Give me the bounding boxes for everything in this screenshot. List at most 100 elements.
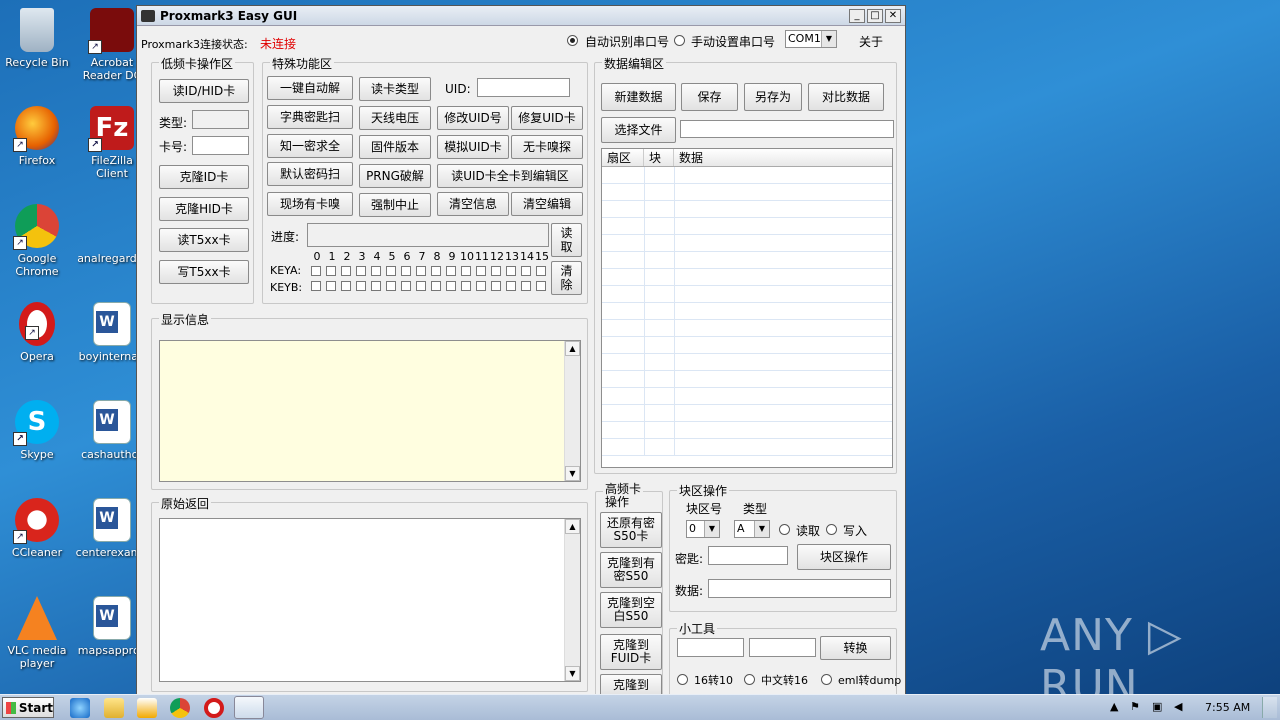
keyb-checkbox[interactable] bbox=[491, 281, 501, 291]
keyb-checkbox[interactable] bbox=[431, 281, 441, 291]
table-row[interactable] bbox=[602, 201, 892, 218]
scroll-down-icon[interactable]: ▼ bbox=[565, 666, 580, 681]
desktop-icon-chrome[interactable]: ↗ Google Chrome bbox=[0, 204, 74, 278]
keyb-checkbox[interactable] bbox=[341, 281, 351, 291]
clone-fuid-button[interactable]: 克隆到FUID卡 bbox=[600, 634, 662, 670]
start-button[interactable]: Start bbox=[2, 697, 54, 718]
table-row[interactable] bbox=[602, 405, 892, 422]
save-as-button[interactable]: 另存为 bbox=[744, 83, 802, 111]
block-no-select[interactable]: 0 ▼ bbox=[686, 520, 720, 538]
column-data[interactable]: 数据 bbox=[674, 149, 892, 166]
table-row[interactable] bbox=[602, 354, 892, 371]
force-stop-button[interactable]: 强制中止 bbox=[359, 193, 431, 217]
network-icon[interactable]: ▣ bbox=[1152, 700, 1162, 713]
read-card-type-button[interactable]: 读卡类型 bbox=[359, 77, 431, 101]
tool-output-field[interactable] bbox=[749, 638, 816, 657]
card-no-field[interactable] bbox=[192, 136, 249, 155]
tool-input-field[interactable] bbox=[677, 638, 744, 657]
table-row[interactable] bbox=[602, 286, 892, 303]
column-block[interactable]: 块 bbox=[644, 149, 674, 166]
table-row[interactable] bbox=[602, 252, 892, 269]
clear-edit-button[interactable]: 清空编辑 bbox=[511, 192, 583, 216]
show-desktop-button[interactable] bbox=[1262, 697, 1277, 718]
read-keys-button[interactable]: 读取 bbox=[551, 223, 582, 257]
table-row[interactable] bbox=[602, 388, 892, 405]
table-row[interactable] bbox=[602, 337, 892, 354]
write-t5-button[interactable]: 写T5xx卡 bbox=[159, 260, 249, 284]
table-row[interactable] bbox=[602, 439, 892, 456]
desktop-icon-ccleaner[interactable]: ↗ CCleaner bbox=[0, 498, 74, 559]
keyb-checkbox[interactable] bbox=[416, 281, 426, 291]
write-radio[interactable] bbox=[826, 524, 837, 535]
keya-checkbox[interactable] bbox=[311, 266, 321, 276]
prng-crack-button[interactable]: PRNG破解 bbox=[359, 164, 431, 188]
keyb-checkbox[interactable] bbox=[311, 281, 321, 291]
auto-port-radio[interactable] bbox=[567, 35, 578, 46]
clone-hid-button[interactable]: 克隆HID卡 bbox=[159, 197, 249, 221]
clone-id-button[interactable]: 克隆ID卡 bbox=[159, 165, 249, 189]
manual-port-radio[interactable] bbox=[674, 35, 685, 46]
table-row[interactable] bbox=[602, 235, 892, 252]
column-sector[interactable]: 扇区 bbox=[602, 149, 644, 166]
table-row[interactable] bbox=[602, 303, 892, 320]
keyb-checkbox[interactable] bbox=[536, 281, 546, 291]
keya-checkbox[interactable] bbox=[491, 266, 501, 276]
keyb-checkbox[interactable] bbox=[371, 281, 381, 291]
new-data-button[interactable]: 新建数据 bbox=[601, 83, 676, 111]
dict-key-scan-button[interactable]: 字典密匙扫 bbox=[267, 105, 353, 129]
data-grid[interactable]: 扇区 块 数据 bbox=[601, 148, 893, 468]
compare-data-button[interactable]: 对比数据 bbox=[808, 83, 884, 111]
read-uid-full-button[interactable]: 读UID卡全卡到编辑区 bbox=[437, 164, 583, 188]
keya-checkbox[interactable] bbox=[536, 266, 546, 276]
display-info-scrollbar[interactable]: ▲ ▼ bbox=[564, 341, 580, 481]
keyb-checkbox[interactable] bbox=[476, 281, 486, 291]
table-row[interactable] bbox=[602, 269, 892, 286]
simulate-uid-button[interactable]: 模拟UID卡 bbox=[437, 135, 509, 159]
media-player-icon[interactable] bbox=[137, 698, 157, 718]
firmware-version-button[interactable]: 固件版本 bbox=[359, 135, 431, 159]
table-row[interactable] bbox=[602, 218, 892, 235]
keyb-checkbox[interactable] bbox=[326, 281, 336, 291]
modify-uid-button[interactable]: 修改UID号 bbox=[437, 106, 509, 130]
keya-checkbox[interactable] bbox=[506, 266, 516, 276]
no-card-sniff-button[interactable]: 无卡嗅探 bbox=[511, 135, 583, 159]
keya-checkbox[interactable] bbox=[356, 266, 366, 276]
uid-field[interactable] bbox=[477, 78, 570, 97]
ie-icon[interactable] bbox=[70, 698, 90, 718]
clear-keys-button[interactable]: 清除 bbox=[551, 261, 582, 295]
keya-checkbox[interactable] bbox=[521, 266, 531, 276]
clear-info-button[interactable]: 清空信息 bbox=[437, 192, 509, 216]
proxmark-taskbar-button[interactable] bbox=[234, 696, 264, 719]
keyb-checkbox[interactable] bbox=[506, 281, 516, 291]
volume-icon[interactable]: ◀ bbox=[1174, 700, 1182, 713]
table-row[interactable] bbox=[602, 184, 892, 201]
chrome-icon[interactable] bbox=[170, 698, 190, 718]
clone-more-button[interactable]: 克隆到 bbox=[600, 674, 662, 696]
flag-icon[interactable]: ⚑ bbox=[1130, 700, 1140, 713]
keyb-checkbox[interactable] bbox=[356, 281, 366, 291]
hex-to-dec-radio[interactable] bbox=[677, 674, 688, 685]
clock[interactable]: 7:55 AM bbox=[1205, 701, 1250, 714]
keya-checkbox[interactable] bbox=[326, 266, 336, 276]
minimize-button[interactable]: _ bbox=[849, 8, 865, 23]
fix-uid-button[interactable]: 修复UID卡 bbox=[511, 106, 583, 130]
about-link[interactable]: 关于 bbox=[859, 33, 883, 50]
keya-checkbox[interactable] bbox=[371, 266, 381, 276]
keyb-checkbox[interactable] bbox=[461, 281, 471, 291]
antenna-voltage-button[interactable]: 天线电压 bbox=[359, 106, 431, 130]
read-radio[interactable] bbox=[779, 524, 790, 535]
scroll-up-icon[interactable]: ▲ bbox=[565, 341, 580, 356]
default-key-scan-button[interactable]: 默认密码扫 bbox=[267, 162, 353, 186]
clone-blank-s50-button[interactable]: 克隆到空白S50 bbox=[600, 592, 662, 628]
know-one-key-button[interactable]: 知一密求全 bbox=[267, 134, 353, 158]
raw-return-scrollbar[interactable]: ▲ ▼ bbox=[564, 519, 580, 681]
eml-to-dump-radio[interactable] bbox=[821, 674, 832, 685]
title-bar[interactable]: Proxmark3 Easy GUI _ □ ✕ bbox=[137, 6, 905, 26]
desktop-icon-recycle-bin[interactable]: Recycle Bin bbox=[0, 8, 74, 69]
read-id-hid-button[interactable]: 读ID/HID卡 bbox=[159, 79, 249, 103]
table-row[interactable] bbox=[602, 371, 892, 388]
scroll-down-icon[interactable]: ▼ bbox=[565, 466, 580, 481]
cn-to-hex-radio[interactable] bbox=[744, 674, 755, 685]
keya-checkbox[interactable] bbox=[461, 266, 471, 276]
raw-return-textarea[interactable]: ▲ ▼ bbox=[159, 518, 581, 682]
